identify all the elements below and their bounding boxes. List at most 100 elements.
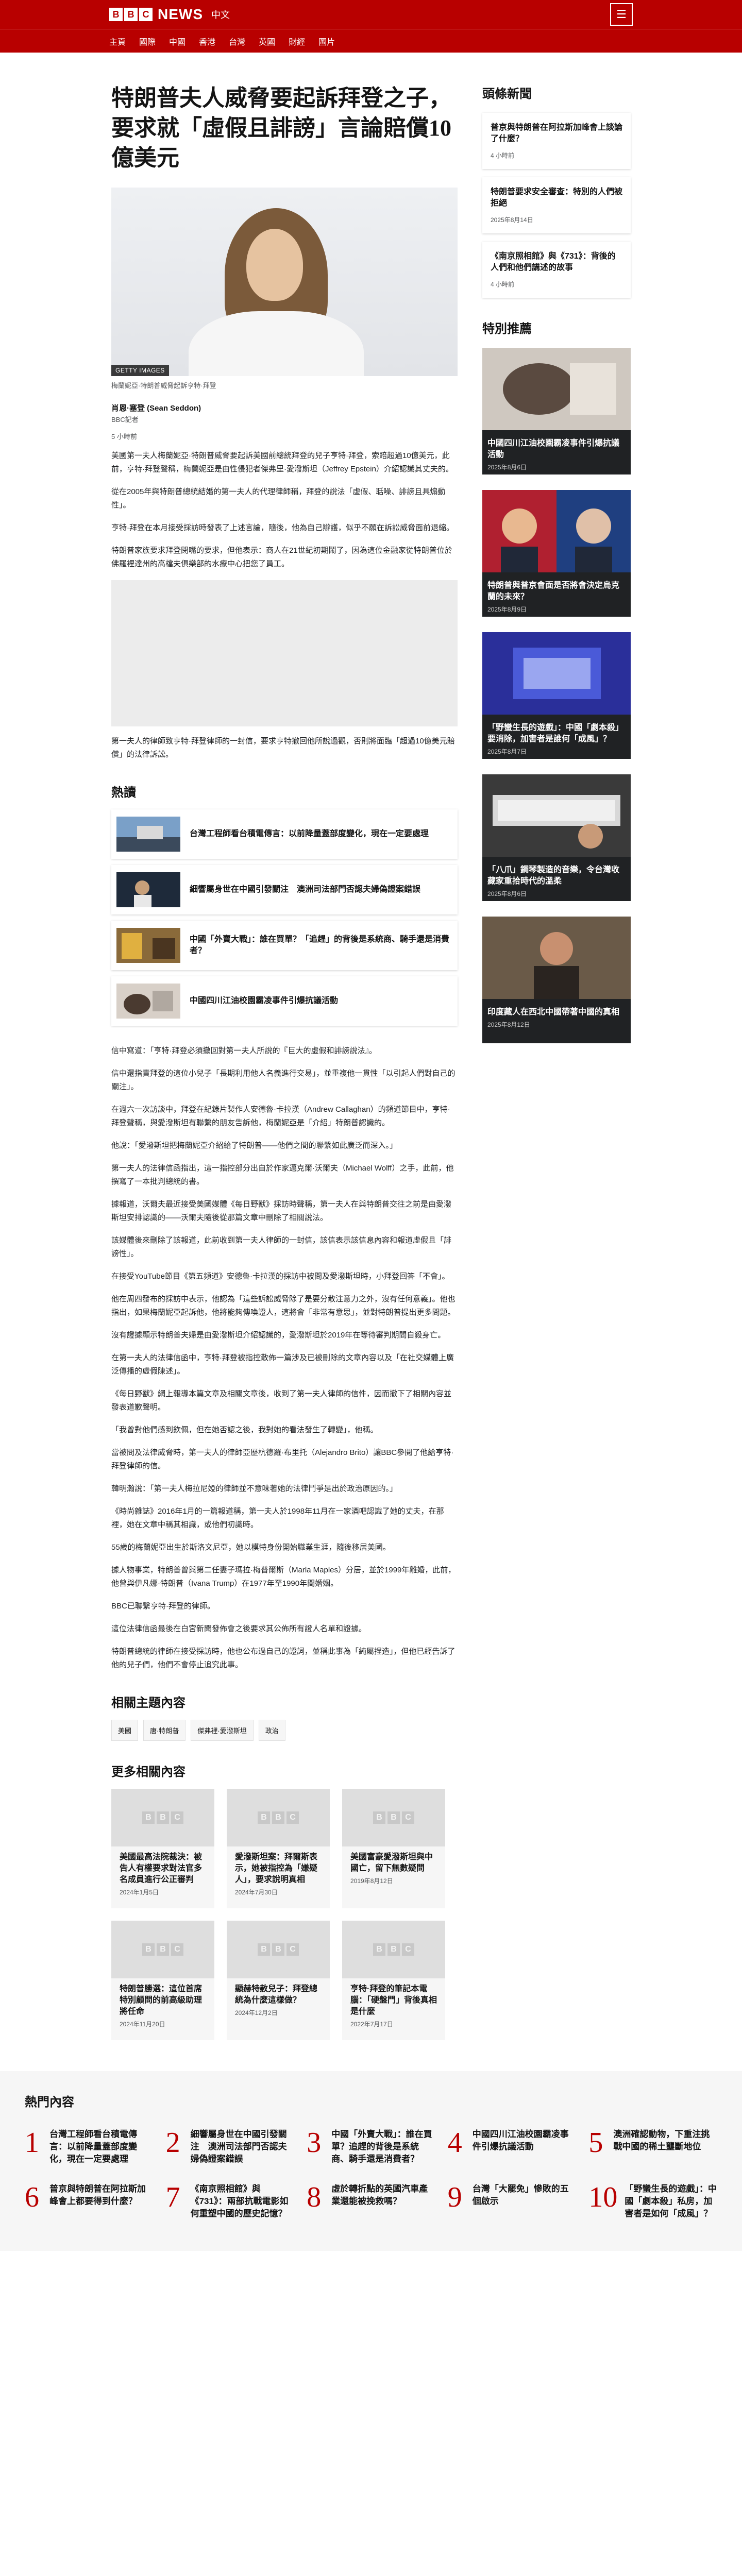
most-read-item[interactable]: 6 普京與特朗普在阿拉斯加峰會上都要得到什麼？ — [25, 2183, 154, 2220]
most-read-headline: 《南京照相館》與《731》：兩部抗戰電影如何重塑中國的歷史記憶？ — [190, 2184, 289, 2218]
hot-read-title: 細響屬身世在中國引發關注 澳洲司法部門否認夫婦偽證案錯誤 — [190, 885, 421, 894]
related-date: 2024年12月2日 — [235, 2009, 278, 2016]
hot-read-thumbnail — [116, 817, 180, 852]
related-date: 2022年7月17日 — [350, 2021, 393, 2028]
logo-letter: B — [272, 1811, 284, 1824]
rank-number: 2 — [165, 2127, 180, 2159]
most-read-headline: 中國「外賣大戰」：誰在買單？追趕的背後是系統商、騎手還是消費者？ — [331, 2129, 432, 2164]
hamburger-icon: ☰ — [616, 8, 627, 21]
topic-tag[interactable]: 政治 — [258, 1720, 285, 1741]
logo-letter: B — [258, 1943, 270, 1956]
nav-item-home[interactable]: 主頁 — [109, 35, 126, 47]
paragraph: 《時尚雜誌》2016年1月的一篇報道稱，第一夫人於1998年11月在一家酒吧認識… — [111, 1507, 444, 1529]
most-read-item[interactable]: 7 《南京照相館》與《731》：兩部抗戰電影如何重塑中國的歷史記憶？ — [166, 2183, 295, 2220]
topic-tag[interactable]: 傑弗裡·愛潑斯坦 — [191, 1720, 254, 1741]
logo-letter: C — [402, 1811, 414, 1824]
placeholder-image: BBC — [111, 1921, 214, 1978]
related-card[interactable]: BBC 美國最高法院裁決：被告人有權要求對法官多名成員進行公正審判 2024年1… — [111, 1789, 214, 1908]
sidebar: 頭條新聞 普京與特朗普在阿拉斯加峰會上談論了什麼？ 4 小時前 特朗普要求安全審… — [482, 83, 631, 2040]
paragraph: 《每日野獸》網上報導本篇文章及相關文章後，收到了第一夫人律師的信件，因而撤下了相… — [111, 1389, 452, 1412]
most-read-item[interactable]: 1 台灣工程師看台積電傳言：以前降量蓋部度變化，現在一定要處理 — [25, 2128, 154, 2165]
related-title: 美國最高法院裁決：被告人有權要求對法官多名成員進行公正審判 — [120, 1853, 203, 1884]
most-read-item[interactable]: 9 台灣「大罷免」慘敗的五個啟示 — [448, 2183, 577, 2220]
rank-number: 3 — [307, 2127, 322, 2159]
most-read-item[interactable]: 8 虛於轉折點的英國汽車產業還能被挽救嗎？ — [307, 2183, 435, 2220]
paragraph: 信中還指責拜登的這位小兒子「長期利用他人名義進行交易」，並重複他一貫性「以引起人… — [111, 1069, 456, 1091]
featured-date: 2025年8月6日 — [487, 890, 527, 897]
most-read-item[interactable]: 3 中國「外賣大戰」：誰在買單？追趕的背後是系統商、騎手還是消費者？ — [307, 2128, 435, 2165]
hot-read-thumbnail — [116, 872, 180, 907]
most-read-item[interactable]: 5 澳洲確認動物，下重注挑戰中國的稀土壟斷地位 — [588, 2128, 717, 2165]
nav-item-taiwan[interactable]: 台灣 — [229, 35, 245, 47]
topic-tag[interactable]: 美國 — [111, 1720, 139, 1741]
hot-read-thumbnail — [116, 984, 180, 1019]
rank-number: 6 — [25, 2181, 39, 2213]
news-wordmark: NEWS — [158, 6, 203, 22]
logo-letter: B — [142, 1811, 155, 1824]
featured-item[interactable]: 「野蠻生長的遊戲」：中國「劇本殺」要消除，加害者是誰何「成風」？ 2025年8月… — [482, 632, 631, 759]
featured-item[interactable]: 特朗普與普京會面是否將會決定烏克蘭的未來？ 2025年8月9日 — [482, 490, 631, 617]
paragraph: 據人物事業，特朗普曾與第二任妻子瑪拉·梅普爾斯（Marla Maples）分居，… — [111, 1566, 456, 1588]
featured-item[interactable]: 「八爪」鋼琴製造的音樂，令台灣收藏家重拾時代的溫柔 2025年8月6日 — [482, 774, 631, 901]
hot-read-title: 中國「外賣大戰」：誰在買單？「追趕」的背後是系統商、騎手還是消費者？ — [190, 935, 450, 955]
related-date: 2024年7月30日 — [235, 1889, 278, 1896]
most-read-item[interactable]: 2 細響屬身世在中國引發關注 澳洲司法部門否認夫婦偽證案錯誤 — [166, 2128, 295, 2165]
featured-date: 2025年8月9日 — [487, 606, 527, 613]
hero-image: GETTY IMAGES — [111, 188, 458, 376]
nav-item-pictures[interactable]: 圖片 — [318, 35, 335, 47]
most-read-title: 熱門內容 — [25, 2095, 74, 2109]
hot-read-item[interactable]: 中國「外賣大戰」：誰在買單？「追趕」的背後是系統商、騎手還是消費者？ — [111, 921, 458, 970]
paragraph: 在第一夫人的法律信函中，亨特·拜登被指控散佈一篇涉及已被刪除的文章內容以及「在社… — [111, 1353, 454, 1376]
topic-tags: 美國 唐·特朗普 傑弗裡·愛潑斯坦 政治 — [111, 1720, 458, 1741]
featured-headline: 印度藏人在西北中國帶著中國的真相 — [487, 1008, 620, 1016]
embedded-video[interactable] — [111, 580, 458, 726]
logo-letter: B — [109, 8, 123, 21]
most-read-item[interactable]: 10 「野蠻生長的遊戲」：中國「劇本殺」私房，加害者是如何「成風」？ — [588, 2183, 717, 2220]
paragraph: 美國第一夫人梅蘭妮亞·特朗普威脅要起訴美國前總統拜登的兒子亨特·拜登，索賠超過1… — [111, 451, 453, 473]
most-read-inner: 熱門內容 1 台灣工程師看台積電傳言：以前降量蓋部度變化，現在一定要處理 2 細響屬… — [25, 2092, 717, 2220]
related-card[interactable]: BBC 愛潑斯坦案：拜爾斯表示，她被指控為「嫌疑人」，要求說明真相 2024年7… — [227, 1789, 330, 1908]
nav-item-business[interactable]: 財經 — [289, 35, 305, 47]
related-card[interactable]: BBC 亨特·拜登的筆記本電腦：「硬盤門」背後真相是什麼 2022年7月17日 — [342, 1921, 445, 2040]
hot-reads-title: 熱讀 — [111, 786, 136, 800]
author-role: BBC記者 — [111, 416, 139, 423]
logo-letter: C — [402, 1943, 414, 1956]
featured-headline: 特朗普與普京會面是否將會決定烏克蘭的未來？ — [487, 581, 620, 601]
related-title: 特朗普勝選：這位首席特別顧問的前高級助理將任命 — [120, 1985, 203, 2016]
rank-number: 7 — [165, 2181, 180, 2213]
lead-news-date: 4 小時前 — [491, 281, 515, 288]
menu-button[interactable]: ☰ — [610, 3, 633, 26]
lead-news-item[interactable]: 《南京照相館》與《731》：背後的人們和他們講述的故事 4 小時前 — [482, 242, 631, 298]
brand-bar: B B C NEWS 中文 ☰ — [0, 0, 742, 29]
related-card[interactable]: BBC 特朗普勝選：這位首席特別顧問的前高級助理將任命 2024年11月20日 — [111, 1921, 214, 2040]
paragraph: 這位法律信函最後在白宮新聞發佈會之後要求其公佈所有證人名單和證據。 — [111, 1624, 367, 1633]
nav-item-hongkong[interactable]: 香港 — [199, 35, 215, 47]
most-read-item[interactable]: 4 中國四川江油校園霸凌事件引爆抗議活動 — [448, 2128, 577, 2165]
lead-news-item[interactable]: 特朗普要求安全審查：特別的人們被拒絕 2025年8月14日 — [482, 177, 631, 233]
featured-image — [482, 774, 631, 857]
featured-date: 2025年8月6日 — [487, 464, 527, 471]
bbc-news-logo[interactable]: B B C NEWS 中文 — [109, 6, 230, 23]
most-read-headline: 「野蠻生長的遊戲」：中國「劇本殺」私房，加害者是如何「成風」？ — [625, 2184, 717, 2218]
nav-item-uk[interactable]: 英國 — [259, 35, 275, 47]
paragraph: 從在2005年與特朗普總統結婚的第一夫人的代理律師稱，拜登的說法「虛假、聒噪、誹… — [111, 487, 446, 510]
related-card[interactable]: BBC 美國富豪愛潑斯坦與中國亡，留下無數疑問 2019年8月12日 — [342, 1789, 445, 1908]
featured-image — [482, 917, 631, 999]
hot-read-thumbnail — [116, 928, 180, 963]
lead-news-item[interactable]: 普京與特朗普在阿拉斯加峰會上談論了什麼？ 4 小時前 — [482, 113, 631, 169]
nav-item-china[interactable]: 中國 — [169, 35, 185, 47]
lead-news-title: 頭條新聞 — [482, 87, 532, 101]
article-body-a: 美國第一夫人梅蘭妮亞·特朗普威脅要起訴美國前總統拜登的兒子亨特·拜登，索賠超過1… — [111, 449, 458, 571]
most-read-headline: 台灣工程師看台積電傳言：以前降量蓋部度變化，現在一定要處理 — [49, 2129, 137, 2164]
hot-read-item[interactable]: 中國四川江油校園霸凌事件引爆抗議活動 — [111, 976, 458, 1026]
featured-item[interactable]: 印度藏人在西北中國帶著中國的真相 2025年8月12日 — [482, 917, 631, 1043]
article-body-b: 信中寫道：「亨特·拜登必須撤回對第一夫人所說的『巨大的虛假和誹謗說法』。 信中還… — [111, 1044, 458, 1672]
hot-read-item[interactable]: 細響屬身世在中國引發關注 澳洲司法部門否認夫婦偽證案錯誤 — [111, 865, 458, 914]
lead-news-date: 2025年8月14日 — [491, 216, 533, 224]
lead-news-headline: 特朗普要求安全審查：特別的人們被拒絕 — [491, 188, 623, 208]
hot-read-item[interactable]: 台灣工程師看台積電傳言：以前降量蓋部度變化，現在一定要處理 — [111, 809, 458, 859]
related-card[interactable]: BBC 顯赫特赦兒子：拜登總統為什麼這樣做？ 2024年12月2日 — [227, 1921, 330, 2040]
featured-item[interactable]: 中國四川江油校園霸凌事件引爆抗議活動 2025年8月6日 — [482, 348, 631, 474]
topic-tag[interactable]: 唐·特朗普 — [143, 1720, 186, 1741]
nav-item-world[interactable]: 國際 — [139, 35, 156, 47]
